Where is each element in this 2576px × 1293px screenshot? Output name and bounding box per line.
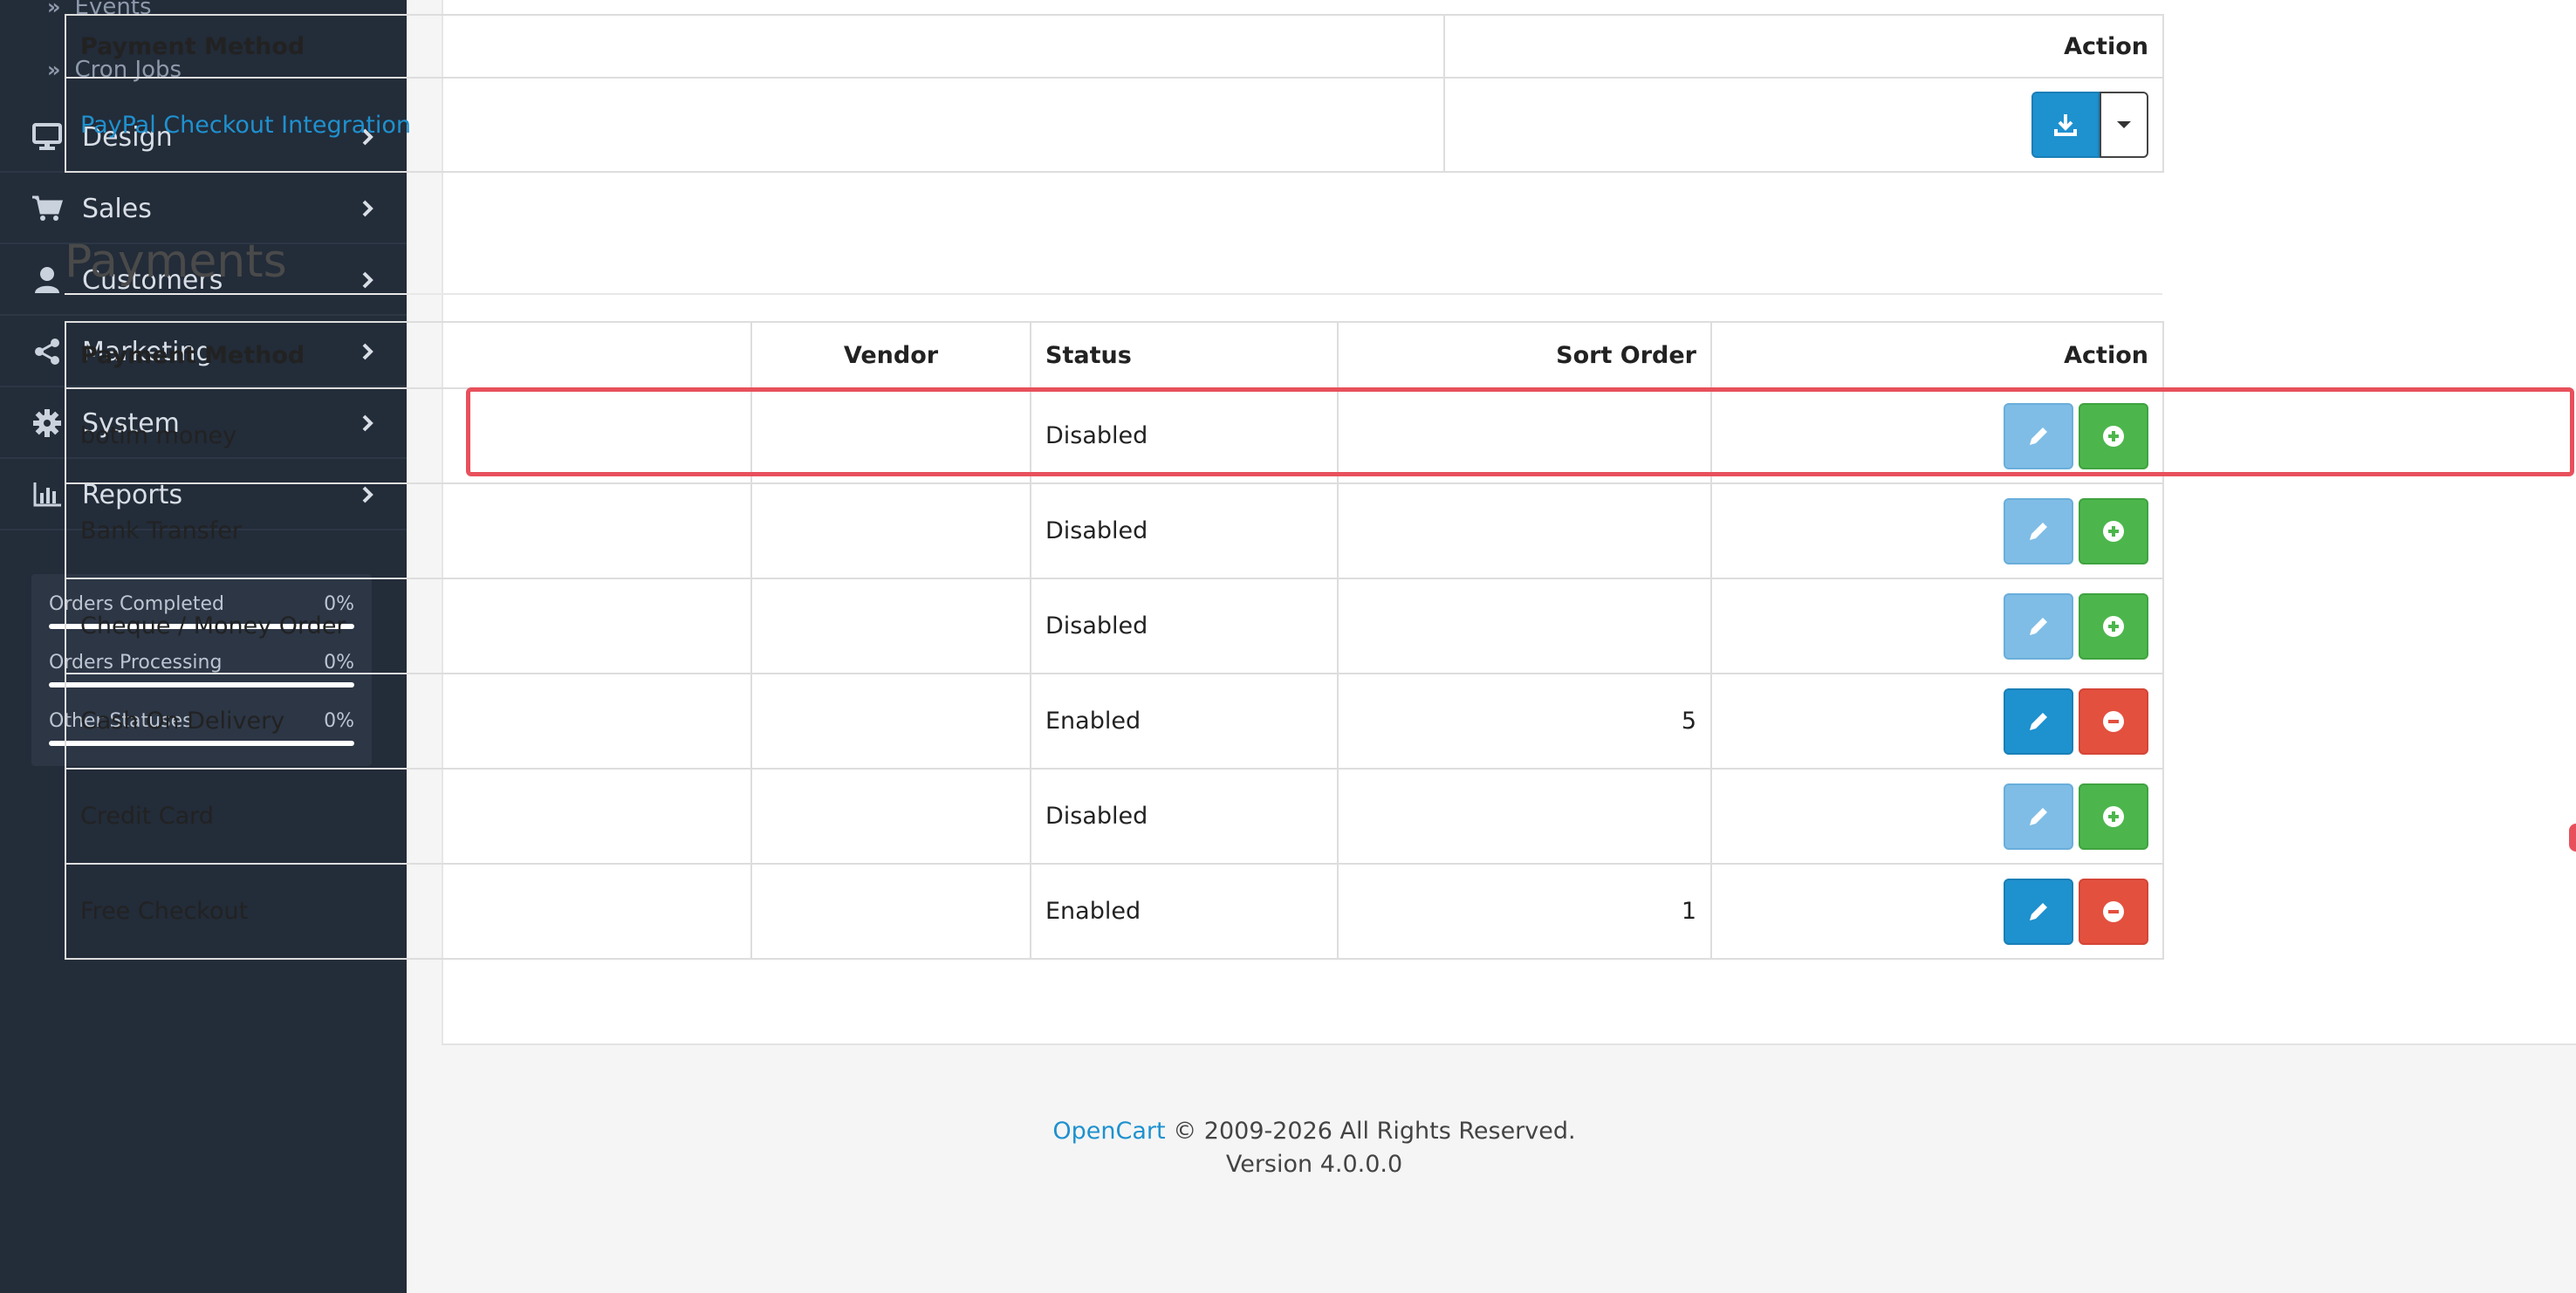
edge-marker (2569, 824, 2576, 852)
plus-circle-icon (2103, 425, 2124, 447)
table-row: Cheque / Money Order Disabled (65, 578, 2164, 674)
bar-chart-icon (30, 477, 65, 512)
table-cell-action (1443, 77, 2164, 173)
caret-down-icon (2117, 121, 2131, 128)
gear-icon (30, 406, 65, 441)
payment-extensions-table: Payment Method Action PayPal Checkout In… (65, 14, 2164, 173)
column-header-payment-method: Payment Method (65, 14, 1445, 79)
column-header-status: Status (1030, 321, 1339, 389)
table-cell-status: Disabled (1030, 768, 1339, 865)
edit-button[interactable] (2004, 783, 2073, 850)
table-cell-vendor (750, 673, 1031, 770)
user-icon (30, 263, 65, 298)
payments-table: Payment Method Vendor Status Sort Order … (65, 321, 2164, 960)
table-cell-status: Enabled (1030, 863, 1339, 960)
table-row: Bank Transfer Disabled (65, 482, 2164, 579)
table-cell-method: Cash On Delivery (65, 673, 752, 770)
section-divider (65, 293, 2162, 295)
paypal-checkout-link[interactable]: PayPal Checkout Integration (80, 112, 411, 139)
table-cell-sort-order (1337, 578, 1712, 674)
pencil-icon (2030, 712, 2047, 730)
footer-version: Version 4.0.0.0 (1225, 1151, 1403, 1178)
table-row: botim money Disabled (65, 387, 2164, 484)
edit-button[interactable] (2004, 878, 2073, 945)
column-header-payment-method: Payment Method (65, 321, 752, 389)
pencil-icon (2030, 522, 2047, 540)
plus-circle-icon (2103, 805, 2124, 827)
table-cell-sort-order (1337, 482, 1712, 579)
opencart-link[interactable]: OpenCart (1052, 1118, 1165, 1145)
install-button[interactable] (2079, 592, 2148, 660)
minus-circle-icon (2103, 710, 2124, 732)
table-cell-action (1710, 673, 2164, 770)
table-row: Cash On Delivery Enabled 5 (65, 673, 2164, 770)
table-cell-method: Free Checkout (65, 863, 752, 960)
table-cell-vendor (750, 578, 1031, 674)
chevron-right-icon (354, 199, 380, 218)
table-cell-sort-order: 5 (1337, 673, 1712, 770)
table-cell-method: Bank Transfer (65, 482, 752, 579)
pencil-icon (2030, 807, 2047, 825)
table-header-row: Payment Method Action (65, 14, 2164, 79)
install-button[interactable] (2079, 402, 2148, 469)
install-button[interactable] (2079, 497, 2148, 564)
table-cell-action (1710, 863, 2164, 960)
footer-copyright: © 2009-2026 All Rights Reserved. (1173, 1118, 1576, 1145)
plus-circle-icon (2103, 520, 2124, 542)
table-cell-sort-order (1337, 387, 1712, 484)
table-row: Credit Card Disabled (65, 768, 2164, 865)
double-chevron-icon: » (47, 0, 60, 19)
chevron-right-icon (354, 270, 380, 290)
uninstall-button[interactable] (2079, 688, 2148, 755)
table-cell-method: Cheque / Money Order (65, 578, 752, 674)
table-cell-status: Disabled (1030, 482, 1339, 579)
table-cell-sort-order: 1 (1337, 863, 1712, 960)
table-cell-action (1710, 768, 2164, 865)
table-cell-status: Disabled (1030, 578, 1339, 674)
table-cell-status: Enabled (1030, 673, 1339, 770)
table-cell-method: PayPal Checkout Integration (65, 77, 1445, 173)
column-header-sort-order: Sort Order (1337, 321, 1712, 389)
table-cell-action (1710, 387, 2164, 484)
edit-button[interactable] (2004, 688, 2073, 755)
table-cell-vendor (750, 387, 1031, 484)
footer: OpenCart © 2009-2026 All Rights Reserved… (407, 1115, 2222, 1181)
install-button[interactable] (2079, 783, 2148, 850)
download-button[interactable] (2031, 92, 2100, 158)
download-icon (2054, 114, 2077, 136)
table-cell-action (1710, 578, 2164, 674)
edit-button[interactable] (2004, 592, 2073, 660)
pencil-icon (2030, 617, 2047, 635)
edit-button[interactable] (2004, 402, 2073, 469)
share-icon (30, 334, 65, 369)
pencil-icon (2030, 902, 2047, 920)
monitor-icon (30, 120, 65, 154)
sidebar-item-sales[interactable]: Sales (0, 174, 407, 244)
table-header-row: Payment Method Vendor Status Sort Order … (65, 321, 2164, 389)
install-button-group (2031, 92, 2148, 158)
table-cell-method: botim money (65, 387, 752, 484)
table-cell-status: Disabled (1030, 387, 1339, 484)
edit-button[interactable] (2004, 497, 2073, 564)
sidebar-item-label: Sales (82, 193, 152, 224)
table-cell-vendor (750, 768, 1031, 865)
column-header-action: Action (1710, 321, 2164, 389)
cart-icon (30, 191, 65, 226)
section-title-payments: Payments (65, 236, 287, 288)
table-cell-method: Credit Card (65, 768, 752, 865)
plus-circle-icon (2103, 615, 2124, 637)
double-chevron-icon: » (47, 58, 60, 82)
pencil-icon (2030, 427, 2047, 445)
table-cell-action (1710, 482, 2164, 579)
table-row: Free Checkout Enabled 1 (65, 863, 2164, 960)
table-cell-sort-order (1337, 768, 1712, 865)
column-header-vendor: Vendor (750, 321, 1031, 389)
minus-circle-icon (2103, 900, 2124, 922)
table-row: PayPal Checkout Integration (65, 77, 2164, 173)
uninstall-button[interactable] (2079, 878, 2148, 945)
dropdown-toggle-button[interactable] (2100, 92, 2148, 158)
column-header-action: Action (1443, 14, 2164, 79)
table-cell-vendor (750, 482, 1031, 579)
table-cell-vendor (750, 863, 1031, 960)
